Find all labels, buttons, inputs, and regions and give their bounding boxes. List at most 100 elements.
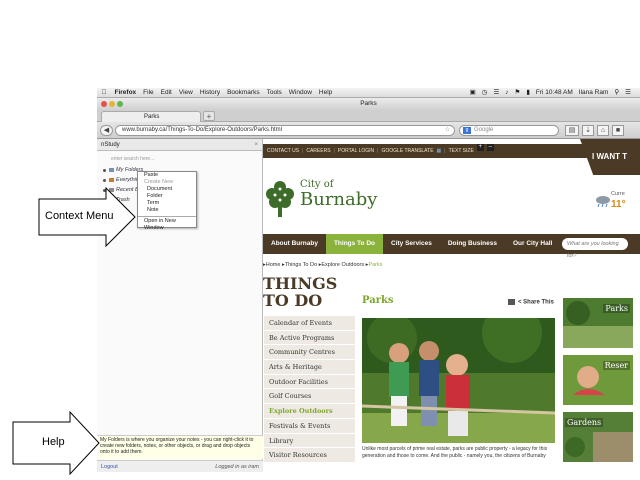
breadcrumb-current: Parks — [368, 262, 383, 268]
print-icon[interactable] — [508, 299, 515, 305]
google-translate-link[interactable]: GOOGLE TRANSLATE — [381, 144, 433, 158]
sidenav-item[interactable]: Outdoor Facilities — [264, 374, 355, 390]
minimize-window-icon[interactable] — [109, 101, 115, 107]
sidenav-item[interactable]: Golf Courses — [264, 389, 355, 405]
i-want-to-button[interactable]: I WANT T — [580, 139, 640, 175]
folder-icon — [109, 168, 114, 172]
sidenav-item-active[interactable]: Explore Outdoors — [264, 404, 355, 419]
battery-icon[interactable]: ▮ — [523, 88, 533, 98]
tab-parks[interactable]: Parks — [101, 111, 201, 122]
breadcrumb-things-to-do[interactable]: Things To Do — [285, 262, 317, 268]
sidenav-item[interactable]: Arts & Heritage — [264, 360, 355, 375]
nstudy-header: nStudy × — [97, 139, 262, 151]
menu-app-name[interactable]: Firefox — [111, 88, 140, 98]
nstudy-search-input[interactable]: enter search here... — [111, 156, 154, 162]
breadcrumb-explore-outdoors[interactable]: Explore Outdoors — [321, 262, 364, 268]
mac-menu-bar:  Firefox File Edit View History Bookmar… — [97, 88, 640, 98]
contact-us-link[interactable]: CONTACT US — [267, 144, 299, 158]
search-placeholder: Google — [474, 127, 494, 133]
utility-links: CONTACT US | CAREERS | PORTAL LOGIN | GOOGL… — [267, 144, 494, 158]
reader-icon[interactable]: ▤ — [565, 125, 579, 136]
menu-bookmarks[interactable]: Bookmarks — [224, 88, 264, 98]
thumb-parks[interactable]: Parks — [563, 298, 633, 348]
weather-label: Curre — [611, 191, 625, 197]
menu-edit[interactable]: Edit — [157, 88, 175, 98]
context-menu: Paste Create New Document Folder Term No… — [137, 171, 197, 231]
navigation-toolbar: ◀ www.burnaby.ca/Things-To-Do/Explore-Ou… — [97, 122, 640, 139]
nav-about-burnaby[interactable]: About Burnaby — [263, 234, 326, 254]
sidenav-item[interactable]: Festivals & Events — [264, 418, 355, 434]
everything-icon — [109, 178, 114, 182]
logged-in-as: Logged in as iram — [215, 464, 259, 470]
search-bar[interactable]: g Google — [459, 125, 559, 136]
google-icon: g — [463, 127, 471, 134]
context-note[interactable]: Note — [138, 207, 196, 214]
clock[interactable]: Fri 10:48 AM — [533, 88, 576, 98]
window-title-bar: Parks — [97, 98, 640, 110]
menu-file[interactable]: File — [140, 88, 157, 98]
window-title: Parks — [360, 100, 377, 107]
sidenav-item[interactable]: Library — [264, 433, 355, 449]
dropbox-icon[interactable]: ▣ — [467, 88, 479, 98]
sidenav-item[interactable]: Community Centres — [264, 345, 355, 361]
addon-icon[interactable]: ■ — [612, 125, 624, 136]
nav-things-to-do[interactable]: Things To Do — [325, 234, 383, 254]
download-icon[interactable]: ⇣ — [582, 125, 594, 136]
sidenav-item[interactable]: Be Active Programs — [264, 330, 355, 346]
rain-cloud-icon — [596, 196, 610, 207]
nav-our-city-hall[interactable]: Our City Hall — [505, 234, 560, 254]
careers-link[interactable]: CAREERS — [306, 144, 330, 158]
context-open-window[interactable]: Open in New Window — [138, 216, 196, 232]
context-document[interactable]: Document — [138, 186, 196, 193]
zoom-window-icon[interactable] — [117, 101, 123, 107]
list-icon[interactable]: ☰ — [622, 88, 634, 98]
status-area: ▣ ◷ ☰ ♪ ⚑ ▮ Fri 10:48 AM Ilana Ram ⚲ ☰ — [467, 88, 640, 98]
logo-burnaby: Burnaby — [300, 189, 378, 210]
menu-view[interactable]: View — [175, 88, 196, 98]
page-title: Parks — [362, 295, 394, 306]
side-navigation: Calendar of Events Be Active Programs Co… — [264, 316, 355, 463]
text-size-decrease-button[interactable]: – — [486, 144, 494, 151]
logout-link[interactable]: Logout — [101, 464, 118, 470]
url-bar[interactable]: www.burnaby.ca/Things-To-Do/Explore-Outd… — [115, 125, 455, 136]
close-window-icon[interactable] — [101, 101, 107, 107]
thumb-gardens[interactable]: Gardens — [563, 412, 633, 462]
back-button[interactable]: ◀ — [100, 125, 113, 136]
user-name[interactable]: Ilana Ram — [576, 88, 612, 98]
wifi-icon[interactable]: ☰ — [490, 88, 502, 98]
menu-help[interactable]: Help — [315, 88, 335, 98]
context-folder[interactable]: Folder — [138, 193, 196, 200]
url-text: www.burnaby.ca/Things-To-Do/Explore-Outd… — [122, 127, 282, 133]
translate-icon[interactable]: ▦ — [437, 144, 442, 158]
context-paste[interactable]: Paste — [138, 172, 196, 179]
bullet-icon — [103, 168, 106, 172]
apple-icon[interactable]:  — [97, 88, 111, 98]
nav-doing-business[interactable]: Doing Business — [440, 234, 505, 254]
nstudy-title: nStudy — [101, 142, 120, 148]
portal-login-link[interactable]: PORTAL LOGIN — [338, 144, 374, 158]
thumb-reservations[interactable]: Reser — [563, 355, 633, 405]
site-search-input[interactable]: What are you looking for? — [562, 238, 628, 259]
text-size-increase-button[interactable]: + — [476, 144, 484, 151]
context-term[interactable]: Term — [138, 200, 196, 207]
sidenav-item[interactable]: Visitor Resources — [264, 448, 355, 463]
spotlight-icon[interactable]: ⚲ — [611, 88, 622, 98]
thumb-caption: Gardens — [565, 418, 604, 427]
time-machine-icon[interactable]: ◷ — [479, 88, 491, 98]
main-navigation: About Burnaby Things To Do City Services… — [263, 234, 640, 259]
flag-icon[interactable]: ⚑ — [512, 88, 524, 98]
menu-history[interactable]: History — [196, 88, 223, 98]
close-panel-icon[interactable]: × — [254, 139, 258, 151]
new-tab-button[interactable]: + — [203, 111, 215, 121]
volume-icon[interactable]: ♪ — [502, 88, 511, 98]
nav-city-services[interactable]: City Services — [383, 234, 440, 254]
breadcrumb-home[interactable]: Home — [266, 262, 281, 268]
share-this-button[interactable]: < Share This — [508, 299, 554, 306]
sidenav-item[interactable]: Calendar of Events — [264, 316, 355, 331]
bookmark-star-icon[interactable]: ☆ — [445, 126, 450, 135]
menu-window[interactable]: Window — [285, 88, 315, 98]
kids-tug-of-war-photo — [362, 318, 555, 443]
home-icon[interactable]: ⌂ — [597, 125, 609, 136]
menu-tools[interactable]: Tools — [263, 88, 285, 98]
help-callout-label: Help — [42, 436, 65, 448]
